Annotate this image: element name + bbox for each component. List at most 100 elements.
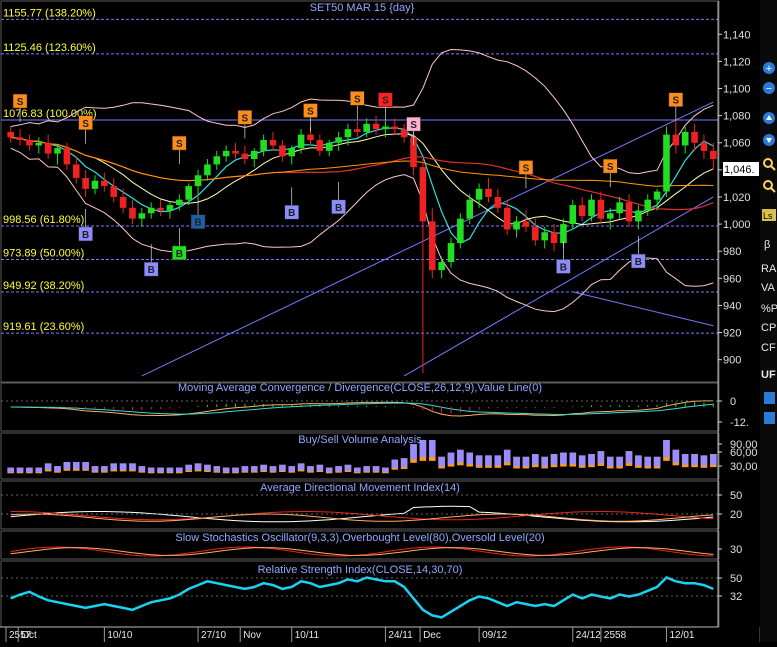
signal-label-1: S xyxy=(82,119,89,130)
volume-bar-sell-72 xyxy=(681,454,689,465)
volume-bar-sell-75 xyxy=(710,454,717,465)
candle-body-73 xyxy=(691,131,698,143)
volume-bar-sell-0 xyxy=(7,467,14,473)
toolbar-item-1[interactable]: RA xyxy=(761,263,777,275)
volume-bar-sell-71 xyxy=(672,449,680,463)
candle-body-63 xyxy=(597,199,605,219)
candle-body-26 xyxy=(250,150,258,160)
volume-bar-sell-57 xyxy=(541,456,548,467)
right-toolbar: + − Ls β RA VA %P CP CF UF xyxy=(760,0,777,642)
volume-bar-sell-51 xyxy=(485,455,492,466)
volume-bar-sell-66 xyxy=(625,451,633,464)
volume-bar-sell-2 xyxy=(26,467,33,473)
volume-bar-sell-43 xyxy=(410,444,417,460)
toolbar-item-2[interactable]: VA xyxy=(761,282,776,294)
sub-tick-label-1: -12. xyxy=(730,417,749,429)
candle-body-58 xyxy=(550,232,558,244)
signal-label-12: B xyxy=(148,265,155,276)
volume-bar-sell-55 xyxy=(522,456,530,467)
toolbar-item-0[interactable]: β xyxy=(764,239,770,251)
candle-body-27 xyxy=(260,140,267,151)
volume-bar-sell-50 xyxy=(475,455,483,466)
signal-label-0: S xyxy=(17,97,24,108)
volume-bar-sell-27 xyxy=(260,464,267,471)
scroll-button-up[interactable] xyxy=(764,392,775,404)
x-tick-label-8: 09/12 xyxy=(482,630,507,641)
candle-body-20 xyxy=(194,175,202,187)
volume-bar-sell-39 xyxy=(372,466,380,472)
x-tick-label-4: Nov xyxy=(243,630,261,641)
candle-body-3 xyxy=(35,142,43,146)
fib-label-6: 919.61 (23.60%) xyxy=(3,321,84,333)
x-tick-label-11: 12/01 xyxy=(669,630,694,641)
candle-body-11 xyxy=(110,186,118,197)
candle-body-29 xyxy=(279,145,286,157)
candle-body-5 xyxy=(54,148,61,154)
candle-body-53 xyxy=(503,207,511,230)
volume-bar-sell-33 xyxy=(316,464,324,471)
volume-bar-sell-20 xyxy=(194,463,202,470)
y-tick-label-12: 1,140 xyxy=(723,29,751,41)
signal-label-11: B xyxy=(82,230,89,241)
volume-bar-sell-73 xyxy=(691,454,698,465)
candle-body-28 xyxy=(269,140,277,146)
candle-body-50 xyxy=(475,188,483,200)
signal-label-3: S xyxy=(410,120,417,131)
candle-body-18 xyxy=(176,199,183,206)
candle-body-40 xyxy=(382,126,389,130)
volume-bar-sell-60 xyxy=(569,452,577,465)
volume-bar-sell-11 xyxy=(110,463,118,470)
candle-body-12 xyxy=(119,196,127,208)
arrow-up-icon[interactable] xyxy=(763,112,775,124)
candle-body-6 xyxy=(63,148,71,165)
svg-text:+: + xyxy=(766,63,772,75)
volume-bar-sell-47 xyxy=(447,452,455,465)
x-tick-label-1: Oct xyxy=(21,630,37,641)
sub-tick-label-4: 30,00 xyxy=(730,461,758,473)
volume-bar-sell-34 xyxy=(325,467,333,473)
candle-body-45 xyxy=(428,221,436,271)
y-tick-label-1: 920 xyxy=(723,328,741,340)
toolbar-item-4[interactable]: CP xyxy=(761,322,776,334)
signal-label-4: S xyxy=(382,96,389,107)
candle-body-25 xyxy=(241,153,249,160)
signal-label-7: S xyxy=(242,113,249,124)
x-tick-label-3: 27/10 xyxy=(201,630,226,641)
sub-tick-label-8: 50 xyxy=(730,573,742,585)
stock-chart[interactable]: 1155.77 (138.20%)1125.46 (123.60%)1076.8… xyxy=(0,0,777,642)
sub-tick-label-6: 20 xyxy=(730,509,742,521)
toolbar-item-6[interactable]: UF xyxy=(761,369,776,381)
candle-body-13 xyxy=(129,207,136,219)
y-tick-label-3: 960 xyxy=(723,273,741,285)
volume-bar-sell-65 xyxy=(616,456,623,467)
x-axis: 2557Oct 10/10 27/10 Nov 10/11 24/11 Dec 09/12 24… xyxy=(0,626,777,642)
volume-bar-sell-13 xyxy=(129,463,136,470)
x-tick-label-7: Dec xyxy=(423,630,441,641)
volume-bar-sell-67 xyxy=(635,455,642,466)
candle-body-7 xyxy=(72,164,80,178)
candle-body-48 xyxy=(457,218,464,244)
volume-title: Buy/Sell Volume Analysis xyxy=(298,434,422,446)
candle-body-44 xyxy=(419,167,427,222)
scroll-button-down[interactable] xyxy=(764,412,775,424)
chart-root: 1155.77 (138.20%) 1125.46 (123.60%) 1076.8… xyxy=(0,0,777,642)
fib-label-1: 1125.46 (123.60%) xyxy=(3,42,96,54)
volume-bar-sell-58 xyxy=(550,454,558,465)
candle-body-30 xyxy=(288,148,296,157)
fib-label-0: 1155.77 (138.20%) xyxy=(3,7,96,19)
candle-body-70 xyxy=(663,134,670,192)
y-tick-label-9: 1,080 xyxy=(723,111,751,123)
sub-tick-label-5: 50 xyxy=(730,490,742,502)
candle-body-65 xyxy=(616,202,623,214)
toolbar-item-5[interactable]: CF xyxy=(761,342,776,354)
signal-label-10: S xyxy=(673,96,680,107)
candle-body-64 xyxy=(606,213,614,219)
volume-bar-sell-74 xyxy=(700,455,708,466)
arrow-down-icon[interactable] xyxy=(763,134,775,146)
volume-bar-sell-25 xyxy=(241,466,249,472)
candle-body-34 xyxy=(325,142,333,151)
toolbar-item-3[interactable]: %P xyxy=(761,303,777,315)
volume-bar-sell-31 xyxy=(297,463,305,470)
volume-bar-sell-54 xyxy=(513,456,520,467)
candle-body-2 xyxy=(26,140,33,146)
